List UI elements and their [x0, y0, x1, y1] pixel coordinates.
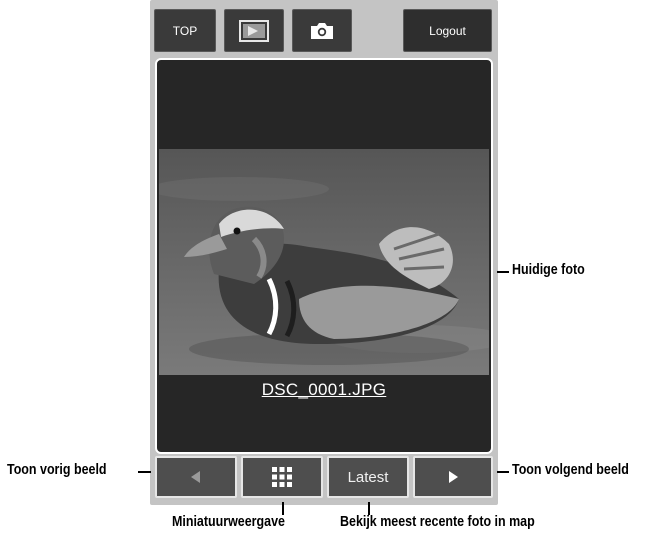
playback-icon	[239, 19, 269, 42]
current-photo-viewer: DSC_0001.JPG	[155, 58, 493, 454]
thumbnails-callout: Miniatuurweergave	[172, 514, 285, 530]
grid-icon	[272, 467, 292, 487]
current-photo-callout-line	[497, 271, 509, 273]
latest-button-label: Latest	[347, 468, 389, 486]
triangle-right-icon	[449, 471, 458, 483]
logout-button-label: Logout	[429, 23, 466, 38]
next-image-button[interactable]	[413, 456, 493, 498]
triangle-left-icon	[191, 471, 200, 483]
latest-button[interactable]: Latest	[327, 456, 409, 498]
top-button[interactable]: TOP	[154, 9, 216, 52]
camera-button[interactable]	[292, 9, 352, 52]
thumbnail-view-button[interactable]	[241, 456, 323, 498]
top-button-label: TOP	[172, 23, 198, 38]
latest-callout: Bekijk meest recente foto in map	[340, 514, 535, 530]
next-image-callout: Toon volgend beeld	[512, 462, 629, 478]
playback-button[interactable]	[224, 9, 284, 52]
current-photo-callout: Huidige foto	[512, 262, 585, 278]
previous-image-button[interactable]	[155, 456, 237, 498]
prev-image-callout-line	[138, 471, 151, 473]
camera-icon	[311, 22, 333, 39]
current-photo[interactable]	[159, 149, 489, 375]
duck-photo-image	[159, 149, 489, 375]
prev-image-callout: Toon vorig beeld	[7, 462, 107, 478]
next-image-callout-line	[497, 471, 509, 473]
logout-button[interactable]: Logout	[403, 9, 492, 52]
photo-filename-link[interactable]: DSC_0001.JPG	[157, 380, 491, 400]
